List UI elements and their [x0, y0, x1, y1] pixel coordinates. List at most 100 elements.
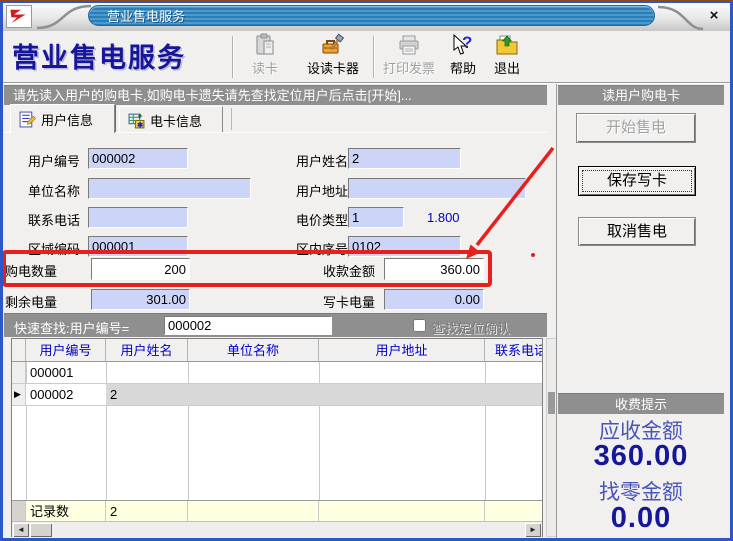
cell-address[interactable] [319, 384, 485, 406]
scroll-left-button[interactable]: ◄ [13, 523, 29, 537]
app-logo-icon [6, 5, 32, 28]
price-type-field[interactable] [348, 207, 404, 228]
start-sale-button[interactable]: 开始售电 [576, 113, 696, 143]
footer-selector-cell [12, 501, 26, 521]
record-count-value: 2 [106, 501, 188, 521]
change-amount-value: 0.00 [558, 502, 724, 535]
status-instruction-text: 请先读入用户的购电卡,如购电卡遗失请先查找定位用户后点击[开始]... [13, 88, 412, 103]
cell-user-no[interactable]: 000002 [26, 384, 106, 406]
grid-header-user-name[interactable]: 用户姓名 [106, 339, 188, 362]
received-amount-label: 收款金额 [323, 261, 375, 280]
window-title: 营业售电服务 [88, 5, 655, 26]
remaining-qty-label: 剩余电量 [5, 292, 57, 311]
cell-user-no[interactable]: 000001 [26, 362, 106, 384]
scroll-right-button[interactable]: ► [525, 523, 541, 537]
unit-name-label: 单位名称 [28, 181, 80, 200]
record-count-label: 记录数 [26, 501, 106, 521]
received-amount-field[interactable] [384, 258, 484, 280]
cell-unit-name[interactable] [188, 362, 319, 384]
grid-header-phone[interactable]: 联系电话 [485, 339, 542, 362]
toolbar-button-label: 退出 [486, 58, 528, 77]
cell-phone[interactable] [485, 384, 542, 406]
purchase-qty-field[interactable] [91, 258, 190, 280]
toolbar-button-label: 读卡 [238, 58, 292, 77]
grid-header-unit-name[interactable]: 单位名称 [188, 339, 319, 362]
user-no-label: 用户编号 [28, 151, 80, 170]
row-selector-cell [12, 362, 26, 384]
region-code-label: 区域编码 [28, 239, 80, 258]
cell-address[interactable] [319, 362, 485, 384]
cell-unit-name[interactable] [188, 384, 319, 406]
tab-card-info[interactable]: +✱ 电卡信息 [119, 106, 223, 133]
tab-label: 用户信息 [41, 110, 93, 129]
folder-exit-icon [495, 33, 519, 57]
grid-footer: 记录数 2 [12, 500, 542, 521]
help-button[interactable]: ? 帮助 [443, 33, 483, 80]
quick-search-label: 快速查找:用户编号= [14, 318, 129, 337]
unit-name-field[interactable] [88, 178, 251, 199]
side-panel-header: 读用户购电卡 [558, 85, 724, 105]
tab-label: 电卡信息 [150, 111, 202, 130]
status-instruction-bar: 请先读入用户的购电卡,如购电卡遗失请先查找定位用户后点击[开始]... [4, 85, 547, 105]
cell-phone[interactable] [485, 362, 542, 384]
hscroll-thumb[interactable] [30, 523, 52, 537]
price-rate-value: 1.800 [427, 210, 460, 225]
purchase-qty-label: 购电数量 [5, 261, 57, 280]
grid-header-user-no[interactable]: 用户编号 [26, 339, 106, 362]
cell-user-name[interactable]: 2 [106, 384, 188, 406]
cancel-sale-button[interactable]: 取消售电 [578, 217, 696, 246]
phone-label: 联系电话 [28, 210, 80, 229]
grid-hscrollbar[interactable]: ◄ ► [12, 521, 542, 537]
set-reader-button[interactable]: 设读卡器 [296, 33, 370, 80]
tab-user-info[interactable]: 用户信息 [10, 104, 115, 133]
card-clipboard-icon [253, 33, 277, 57]
row-selector-arrow-icon: ▶ [12, 384, 26, 406]
toolbar-separator [232, 36, 233, 78]
toolbar-button-label: 帮助 [443, 58, 483, 77]
cell-user-name[interactable] [106, 362, 188, 384]
footer-cell [188, 501, 319, 521]
toolbar-button-label: 打印发票 [377, 58, 441, 77]
price-type-label: 电价类型 [296, 210, 348, 229]
exit-button[interactable]: 退出 [486, 33, 528, 80]
footer-cell [319, 501, 485, 521]
user-no-field[interactable] [88, 148, 188, 169]
tab-divider [231, 108, 232, 130]
toolbox-hammer-icon [321, 33, 345, 57]
grid-header-address[interactable]: 用户地址 [319, 339, 485, 362]
write-qty-label: 写卡电量 [323, 292, 375, 311]
close-button[interactable]: × [704, 6, 724, 25]
toolbar-button-label: 设读卡器 [296, 58, 370, 77]
read-card-button[interactable]: 读卡 [238, 33, 292, 80]
form-pencil-icon [19, 111, 36, 128]
quick-search-input[interactable] [164, 316, 332, 335]
svg-text:?: ? [462, 33, 472, 52]
locate-confirm-label: 查找定位确认 [432, 318, 510, 337]
user-grid[interactable]: 用户编号 用户姓名 单位名称 用户地址 联系电话 000001 ▶ 000002… [11, 338, 543, 537]
svg-text:+: + [138, 112, 143, 120]
panel-divider [556, 84, 557, 538]
user-name-field[interactable] [348, 148, 461, 169]
button-label: 保存写卡 [607, 172, 667, 189]
address-field[interactable] [348, 178, 526, 199]
save-write-card-button[interactable]: 保存写卡 [578, 166, 696, 196]
serial-no-field[interactable] [348, 236, 461, 257]
write-qty-field[interactable] [384, 289, 484, 310]
toolbar-separator [373, 36, 374, 78]
page-title: 营业售电服务 [12, 36, 186, 75]
red-dot-mark [531, 253, 535, 257]
user-name-label: 用户姓名 [296, 151, 348, 170]
vscroll-thumb[interactable] [548, 392, 555, 414]
region-code-field[interactable] [88, 236, 188, 257]
window-top-edge [0, 0, 733, 2]
phone-field[interactable] [88, 207, 188, 228]
locate-confirm-checkbox[interactable] [413, 319, 426, 332]
card-grid-star-icon: +✱ [128, 112, 145, 129]
printer-icon [397, 33, 421, 57]
print-invoice-button[interactable]: 打印发票 [377, 33, 441, 80]
quick-search-bar: 快速查找:用户编号= 查找定位确认 [4, 313, 547, 337]
cursor-question-icon: ? [451, 33, 475, 57]
due-amount-value: 360.00 [558, 440, 724, 473]
app-window: 营业售电服务 × 营业售电服务 读卡 设读卡器 打印发票 ? 帮助 退出 [0, 0, 733, 541]
remaining-qty-field[interactable] [91, 289, 190, 310]
